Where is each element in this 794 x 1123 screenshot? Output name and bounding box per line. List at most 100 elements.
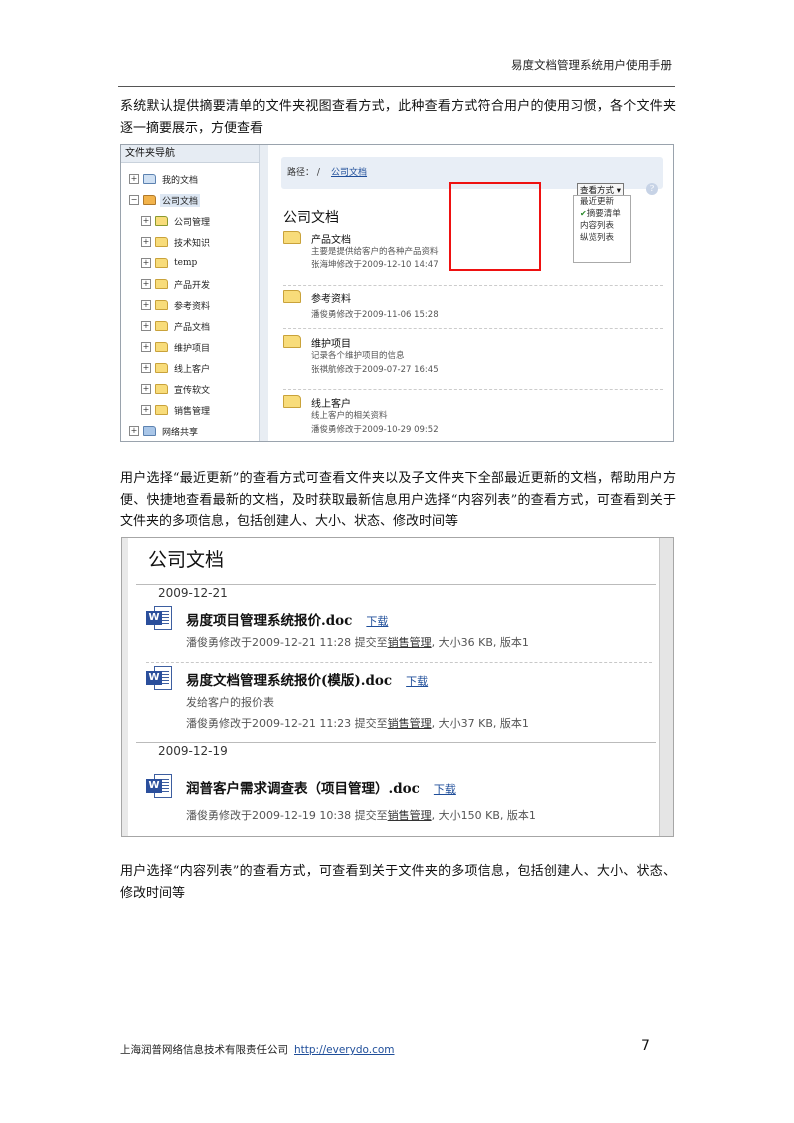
expand-toggle[interactable]: + [129, 174, 139, 184]
nav-item-promo[interactable]: + 宣传软文 [141, 381, 212, 397]
folder-meta: 张海坤修改于2009-12-10 14:47 [311, 260, 439, 270]
expand-toggle[interactable]: + [141, 237, 151, 247]
network-share-icon [143, 426, 156, 436]
paragraph-3: 用户选择“内容列表”的查看方式，可查看到关于文件夹的多项信息，包括创建人、大小、… [120, 864, 676, 901]
menu-item-overview-list[interactable]: 纵览列表 [574, 232, 630, 244]
folder-link[interactable]: 销售管理 [388, 717, 432, 730]
folder-meta: 潘俊勇修改于2009-11-06 15:28 [311, 310, 439, 320]
folder-meta: 张祺航修改于2009-07-27 16:45 [311, 365, 439, 375]
folder-icon [155, 405, 168, 415]
nav-item-label: 公司文档 [160, 193, 201, 207]
date-group-header: 2009-12-21 [136, 584, 656, 600]
file-meta: 潘俊勇修改于2009-12-21 11:28 提交至销售管理, 大小36 KB,… [186, 636, 529, 649]
folder-icon [283, 290, 301, 303]
footer: 上海润普网络信息技术有限责任公司 http://everydo.com [120, 1042, 395, 1057]
folder-desc: 线上客户的相关资料 [311, 411, 388, 421]
page-number: 7 [641, 1038, 650, 1054]
date-group-header: 2009-12-19 [136, 742, 656, 758]
panel-divider [260, 145, 268, 441]
divider [283, 328, 663, 329]
expand-toggle[interactable]: + [141, 405, 151, 415]
paragraph-1: 系统默认提供摘要清单的文件夹视图查看方式，此种查看方式符合用户的使用习惯，各个文… [120, 99, 676, 136]
nav-item-maintenance[interactable]: + 维护项目 [141, 339, 212, 355]
folder-icon [155, 237, 168, 247]
collapse-toggle[interactable]: − [129, 195, 139, 205]
help-icon[interactable]: ? [646, 183, 658, 195]
folder-link[interactable]: 销售管理 [388, 636, 432, 649]
folder-title[interactable]: 维护项目 [311, 335, 351, 350]
download-link[interactable]: 下载 [406, 675, 428, 688]
word-doc-icon: W [146, 774, 172, 798]
highlight-box [449, 182, 541, 271]
expand-toggle[interactable]: + [141, 363, 151, 373]
paragraph-2: 用户选择“最近更新”的查看方式可查看文件夹以及子文件夹下全部最近更新的文档，帮助… [120, 471, 676, 529]
nav-item-reference[interactable]: + 参考资料 [141, 297, 212, 313]
nav-item-company-docs[interactable]: − 公司文档 [129, 192, 201, 208]
nav-item-my-docs[interactable]: + 我的文档 [129, 171, 200, 187]
nav-item-label: 产品文档 [174, 322, 211, 333]
folder-title[interactable]: 参考资料 [311, 290, 351, 305]
menu-item-content-list[interactable]: 内容列表 [574, 220, 630, 232]
nav-item-online-clients[interactable]: + 线上客户 [141, 360, 212, 376]
page-title: 公司文档 [148, 549, 225, 571]
nav-item-network-share[interactable]: + 网络共享 [129, 423, 200, 439]
footer-company: 上海润普网络信息技术有限责任公司 [120, 1044, 288, 1056]
header-title: 易度文档管理系统用户使用手册 [511, 58, 672, 72]
folder-nav-panel: 文件夹导航 + 我的文档 − 公司文档 + 公司管理 + 技术知识 + temp… [121, 145, 260, 441]
date-label: 2009-12-19 [158, 744, 228, 758]
nav-item-label: temp [174, 258, 198, 268]
nav-item-product-dev[interactable]: + 产品开发 [141, 276, 212, 292]
folder-icon [155, 384, 168, 394]
file-meta: 潘俊勇修改于2009-12-19 10:38 提交至销售管理, 大小150 KB… [186, 809, 536, 822]
folder-icon [155, 279, 168, 289]
folder-icon [283, 395, 301, 408]
nav-item-label: 销售管理 [174, 406, 211, 417]
download-link[interactable]: 下载 [366, 615, 388, 628]
expand-toggle[interactable]: + [141, 321, 151, 331]
expand-toggle[interactable]: + [129, 426, 139, 436]
nav-item-tech[interactable]: + 技术知识 [141, 234, 212, 250]
check-icon: ✔ [580, 209, 587, 218]
divider [283, 285, 663, 286]
scrollbar[interactable] [659, 538, 673, 836]
file-name[interactable]: 易度文档管理系统报价(模版).doc 下载 [186, 669, 428, 689]
breadcrumb-link[interactable]: 公司文档 [331, 165, 367, 178]
folder-title[interactable]: 产品文档 [311, 231, 351, 246]
footer-url-link[interactable]: http://everydo.com [294, 1044, 395, 1056]
nav-item-sales[interactable]: + 销售管理 [141, 402, 212, 418]
expand-toggle[interactable]: + [141, 384, 151, 394]
file-desc: 发给客户的报价表 [186, 696, 274, 709]
nav-item-label: 我的文档 [162, 175, 199, 186]
folder-icon [155, 321, 168, 331]
download-link[interactable]: 下载 [434, 783, 456, 796]
page-title: 公司文档 [283, 210, 339, 226]
nav-item-label: 参考资料 [174, 301, 211, 312]
expand-toggle[interactable]: + [141, 216, 151, 226]
expand-toggle[interactable]: + [141, 279, 151, 289]
my-docs-icon [143, 174, 156, 184]
file-name[interactable]: 易度项目管理系统报价.doc 下载 [186, 609, 388, 629]
nav-item-temp[interactable]: + temp [141, 255, 199, 271]
view-mode-menu: 最近更新 ✔摘要清单 内容列表 纵览列表 [573, 195, 631, 263]
nav-item-label: 维护项目 [174, 343, 211, 354]
file-name[interactable]: 润普客户需求调查表（项目管理）.doc 下载 [186, 777, 456, 797]
folder-icon [283, 231, 301, 244]
menu-item-recent[interactable]: 最近更新 [574, 196, 630, 208]
nav-item-product-docs[interactable]: + 产品文档 [141, 318, 212, 334]
folder-icon [155, 216, 168, 226]
expand-toggle[interactable]: + [141, 300, 151, 310]
nav-item-company-mgmt[interactable]: + 公司管理 [141, 213, 212, 229]
expand-toggle[interactable]: + [141, 258, 151, 268]
expand-toggle[interactable]: + [141, 342, 151, 352]
nav-item-label: 公司管理 [174, 217, 211, 228]
folder-title[interactable]: 线上客户 [311, 395, 351, 410]
word-doc-icon: W [146, 606, 172, 630]
breadcrumb-label: 路径： / [287, 168, 320, 178]
folder-meta: 潘俊勇修改于2009-10-29 09:52 [311, 425, 439, 435]
folder-link[interactable]: 销售管理 [388, 809, 432, 822]
home-folder-icon [143, 195, 156, 205]
nav-item-label: 技术知识 [174, 238, 211, 249]
nav-item-label: 线上客户 [174, 364, 211, 375]
menu-item-summary[interactable]: ✔摘要清单 [574, 208, 630, 220]
folder-icon [155, 300, 168, 310]
